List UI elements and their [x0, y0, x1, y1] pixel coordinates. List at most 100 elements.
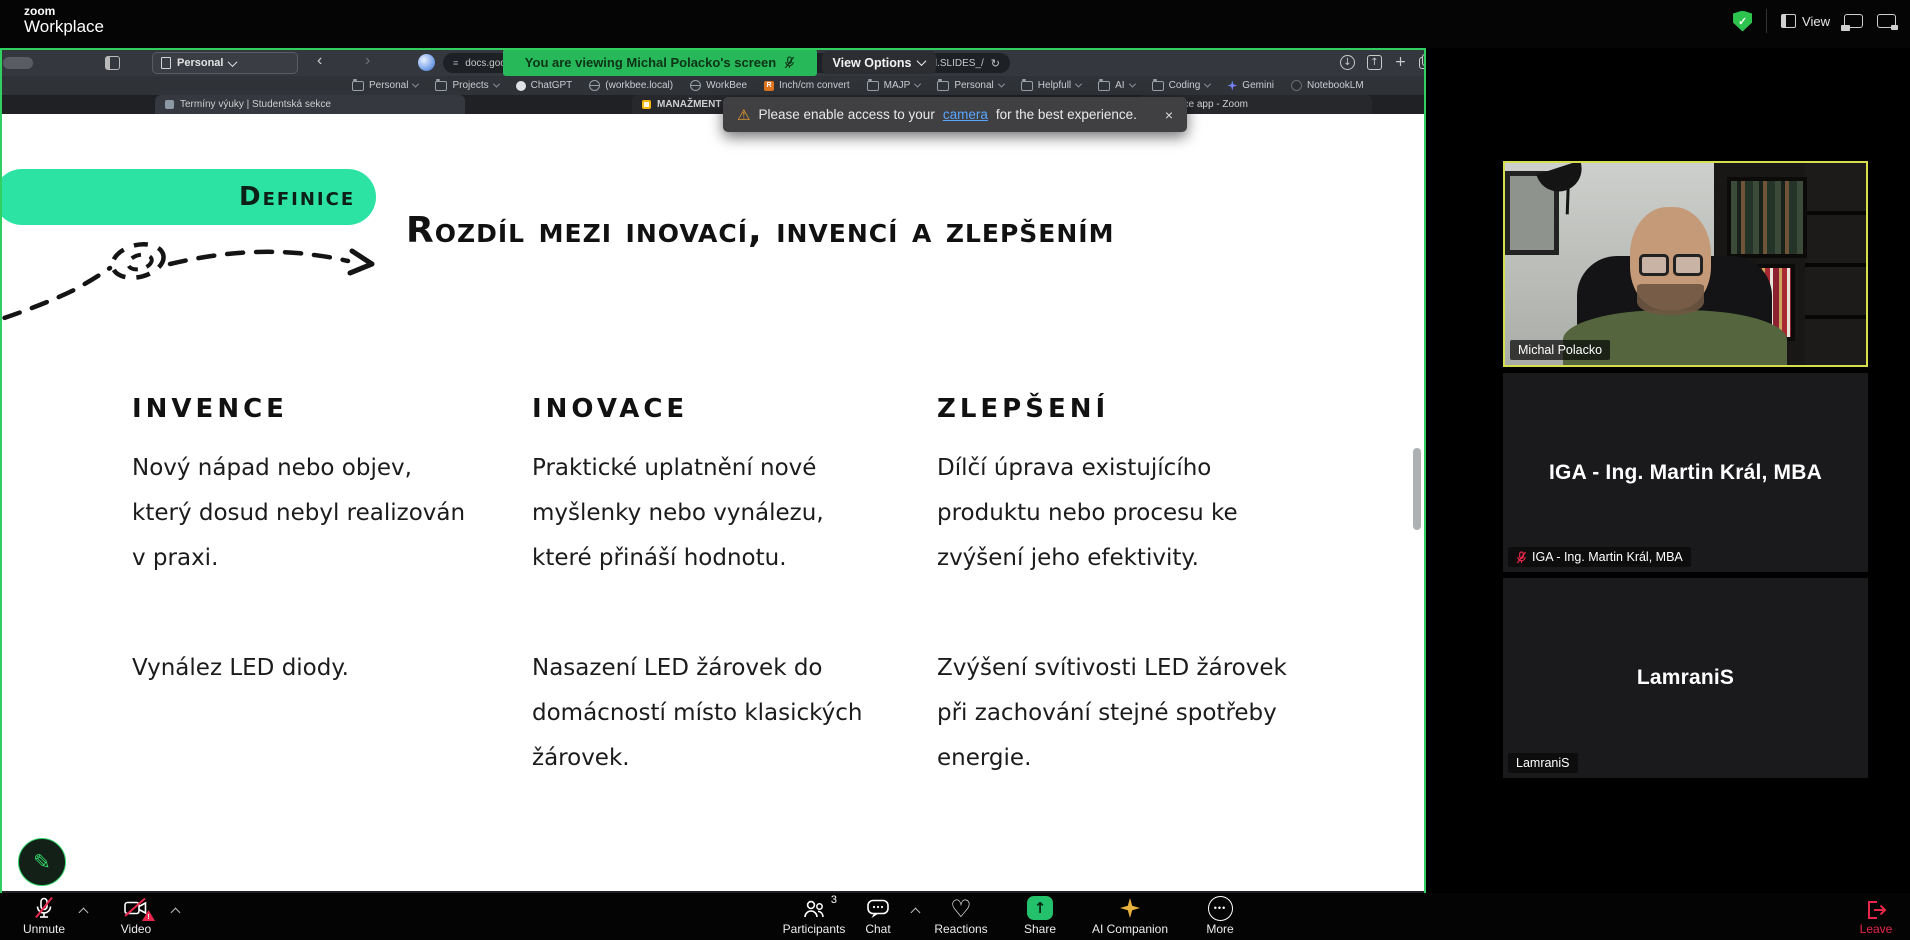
video-options-caret[interactable] — [172, 903, 179, 921]
unmute-button[interactable]: Unmute — [8, 896, 80, 936]
reactions-label: Reactions — [934, 922, 987, 936]
participant-name-tag: Michal Polacko — [1510, 340, 1610, 360]
account-avatar-icon[interactable] — [418, 54, 435, 71]
chatgpt-icon — [516, 81, 526, 91]
notification-prefix: Please enable access to your — [758, 107, 934, 122]
ai-companion-button[interactable]: AI Companion — [1080, 896, 1180, 936]
zoom-workplace-logo: zoom Workplace — [24, 5, 104, 35]
viewing-text: You are viewing Michal Polacko's screen — [525, 55, 776, 70]
brand-workplace: Workplace — [24, 18, 104, 36]
new-tab-icon[interactable] — [1394, 55, 1407, 68]
column-heading: INVENCE — [132, 394, 477, 424]
view-label: View — [1802, 14, 1830, 29]
audio-options-caret[interactable] — [80, 903, 87, 921]
bookmark-item[interactable]: Inch/cm convert — [764, 80, 850, 91]
participant-name: Michal Polacko — [1518, 343, 1602, 357]
mic-muted-icon — [784, 56, 795, 69]
close-icon[interactable]: × — [1165, 107, 1173, 123]
column-definition: Dílčí úprava existujícího produktu nebo … — [937, 446, 1297, 581]
camera-permission-banner: Please enable access to your camera for … — [723, 97, 1187, 132]
slide-column-inovace: INOVACE Praktické uplatnění nové myšlenk… — [532, 394, 882, 854]
shared-screen-window: Personal ‹ › docs.google.c =id.SLIDES_/ — [0, 48, 1426, 897]
participants-button[interactable]: 3 Participants — [772, 896, 856, 936]
zoom-top-bar: zoom Workplace ✓ View — [0, 0, 1910, 48]
chat-label: Chat — [865, 922, 890, 936]
tab-overview-icon[interactable] — [1419, 57, 1426, 69]
sidebar-toggle-icon[interactable] — [105, 56, 120, 70]
popout-window-icon[interactable] — [1877, 14, 1896, 28]
bookmark-item[interactable]: NotebookLM — [1291, 80, 1364, 91]
bookmark-label: ChatGPT — [531, 80, 573, 91]
heart-icon — [950, 898, 972, 920]
bookmark-item[interactable]: Personal — [352, 80, 418, 91]
bookmarks-bar: Personal Projects ChatGPT (workbee.local) Wo… — [2, 76, 1424, 95]
video-label: Video — [121, 922, 151, 936]
more-button[interactable]: More — [1192, 896, 1248, 936]
bookmark-item[interactable]: Projects — [435, 80, 498, 91]
share-page-icon[interactable] — [1367, 55, 1382, 70]
share-button[interactable]: Share — [1012, 896, 1068, 936]
leave-label: Leave — [1860, 922, 1893, 936]
view-button[interactable]: View — [1781, 14, 1830, 29]
security-shield-icon[interactable]: ✓ — [1733, 11, 1752, 32]
column-example: Zvýšení svítivosti LED žárovek při zacho… — [937, 646, 1297, 781]
reactions-button[interactable]: Reactions — [922, 896, 1000, 936]
video-tile-active-speaker[interactable]: Michal Polacko — [1503, 161, 1868, 367]
profile-label: Personal — [177, 57, 223, 69]
participant-name-tag: LamraniS — [1508, 753, 1578, 773]
bookmark-item[interactable]: Personal — [937, 80, 1003, 91]
topbar-divider — [1766, 9, 1767, 33]
bookmark-item[interactable]: Coding — [1152, 80, 1211, 91]
bookmark-item[interactable]: AI — [1098, 80, 1134, 91]
participant-tile[interactable]: LamraniS LamraniS — [1503, 578, 1868, 778]
forward-button[interactable]: › — [365, 52, 370, 70]
bookmark-item[interactable]: ChatGPT — [516, 80, 573, 91]
bookmark-item[interactable]: MAJP — [867, 80, 921, 91]
chevron-down-icon — [1204, 81, 1211, 88]
participant-display-name: IGA - Ing. Martin Král, MBA — [1503, 461, 1868, 485]
bookmark-label: Projects — [452, 80, 488, 91]
notebook-icon — [1291, 80, 1302, 91]
participant-tile[interactable]: IGA - Ing. Martin Král, MBA IGA - Ing. M… — [1503, 373, 1868, 572]
folder-icon — [435, 81, 447, 91]
brand-zoom: zoom — [24, 5, 104, 18]
bookmark-item[interactable]: Gemini — [1227, 80, 1274, 91]
bookmark-item[interactable]: Helpfull — [1021, 80, 1081, 91]
bookmark-item[interactable]: WorkBee — [690, 80, 747, 91]
slide-title: Rozdíl mezi inovací, invencí a zlepšením — [406, 210, 1326, 251]
column-heading: INOVACE — [532, 394, 882, 424]
gemini-icon — [1227, 81, 1237, 91]
scrollbar-thumb[interactable] — [1413, 448, 1421, 530]
bookmark-label: Helpfull — [1038, 80, 1071, 91]
bookmark-item[interactable]: (workbee.local) — [589, 80, 673, 91]
view-options-label: View Options — [833, 56, 912, 70]
participant-name: IGA - Ing. Martin Král, MBA — [1532, 550, 1683, 564]
mic-muted-icon — [1516, 551, 1527, 564]
notification-suffix: for the best experience. — [996, 107, 1137, 122]
browser-profile-chip[interactable]: Personal — [152, 52, 298, 74]
participants-label: Participants — [783, 922, 846, 936]
reload-icon[interactable] — [991, 57, 1000, 70]
video-button[interactable]: Video — [100, 896, 172, 936]
chat-options-caret[interactable] — [912, 903, 919, 921]
tab-search-pill[interactable] — [3, 57, 33, 69]
bookmark-label: Gemini — [1242, 80, 1274, 91]
chat-button[interactable]: Chat — [850, 896, 906, 936]
column-example: Vynález LED diody. — [132, 646, 349, 691]
browser-tab[interactable]: Termíny výuky | Studentská sekce — [155, 95, 465, 114]
view-options-button[interactable]: View Options — [822, 51, 936, 74]
participants-count: 3 — [831, 894, 837, 906]
column-heading: ZLEPŠENÍ — [937, 394, 1297, 424]
camera-link[interactable]: camera — [943, 107, 988, 122]
ellipsis-icon — [1208, 896, 1233, 921]
participant-name: LamraniS — [1516, 756, 1570, 770]
slide-column-zlepseni: ZLEPŠENÍ Dílčí úprava existujícího produ… — [937, 394, 1297, 854]
downloads-icon[interactable] — [1340, 55, 1355, 70]
annotation-button[interactable] — [18, 838, 66, 886]
leave-button[interactable]: Leave — [1848, 896, 1904, 936]
tab-favicon — [165, 100, 174, 109]
globe-icon — [589, 80, 600, 91]
back-button[interactable]: ‹ — [317, 52, 322, 70]
minimize-window-icon[interactable] — [1844, 14, 1863, 28]
books-row-top — [1727, 177, 1808, 258]
